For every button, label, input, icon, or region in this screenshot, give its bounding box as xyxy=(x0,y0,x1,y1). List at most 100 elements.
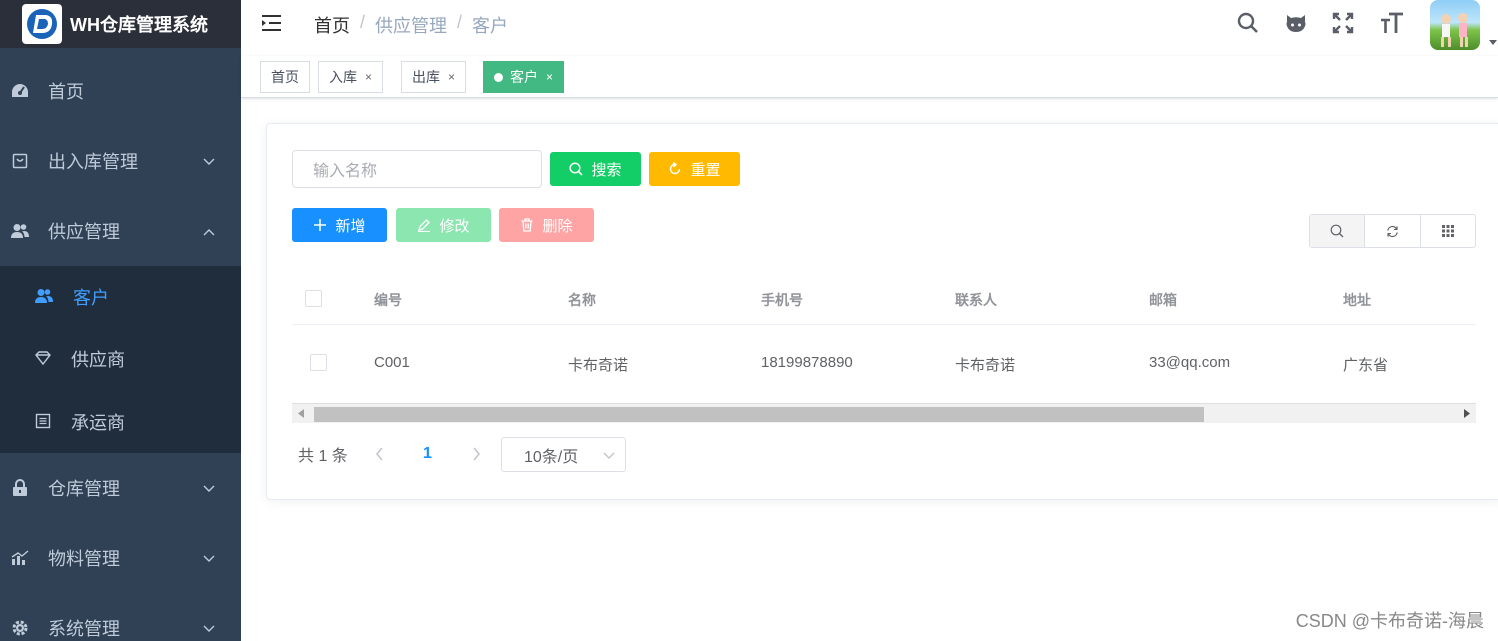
fullscreen-icon[interactable] xyxy=(1332,12,1354,37)
table-toolbar xyxy=(1309,214,1476,248)
peoples-icon xyxy=(10,221,30,241)
close-icon[interactable]: × xyxy=(448,70,455,84)
search-icon xyxy=(1330,224,1344,238)
search-icon[interactable] xyxy=(1237,12,1259,37)
sidebar-item-customer[interactable]: 客户 xyxy=(0,266,241,328)
list-icon xyxy=(35,413,51,432)
columns-button[interactable] xyxy=(1421,215,1475,247)
chevron-down-icon xyxy=(603,452,615,459)
github-icon[interactable] xyxy=(1284,12,1308,37)
refresh-button[interactable] xyxy=(1365,215,1421,247)
gear-icon xyxy=(10,618,30,638)
row-checkbox[interactable] xyxy=(310,354,327,371)
sidebar-item-label: 出入库管理 xyxy=(48,152,138,172)
reset-button-label: 重置 xyxy=(690,161,721,179)
column-header[interactable]: 手机号 xyxy=(761,290,803,310)
table-cell: 卡布奇诺 xyxy=(568,357,629,374)
chevron-down-icon xyxy=(203,480,215,496)
select-all-checkbox[interactable] xyxy=(305,290,322,307)
table-cell: 18199878890 xyxy=(761,354,853,371)
table-cell: C001 xyxy=(374,354,410,371)
sidebar-item-label: 供应管理 xyxy=(48,222,120,242)
sidebar-item-home[interactable]: 首页 xyxy=(0,56,241,126)
tag-home[interactable]: 首页 xyxy=(260,61,310,93)
sidebar-item-inout[interactable]: 出入库管理 xyxy=(0,126,241,196)
edit-button-label: 修改 xyxy=(439,217,470,235)
sidebar: WH仓库管理系统 首页 出入库管理 供应管理 客户 供应商 承运商 仓库管理 物… xyxy=(0,0,241,641)
sidebar-item-carrier[interactable]: 承运商 xyxy=(0,391,241,453)
page-number[interactable]: 1 xyxy=(423,437,432,471)
sidebar-item-warehouse[interactable]: 仓库管理 xyxy=(0,453,241,523)
close-icon[interactable]: × xyxy=(546,70,553,84)
user-icon xyxy=(35,288,53,307)
scrollbar-thumb[interactable] xyxy=(314,407,1204,422)
next-page-icon[interactable] xyxy=(472,437,481,471)
search-input[interactable]: 输入名称 xyxy=(292,150,542,188)
scroll-right-icon xyxy=(1464,409,1470,418)
table-cell: 33@qq.com xyxy=(1149,354,1231,371)
inbox-icon xyxy=(10,151,30,171)
lock-icon xyxy=(10,478,30,498)
pagination-total: 共 1 条 xyxy=(298,448,348,465)
search-placeholder: 输入名称 xyxy=(313,163,378,180)
delete-button[interactable]: 删除 xyxy=(499,208,594,242)
breadcrumb: 首页 / 供应管理 / 客户 xyxy=(314,12,508,38)
logo-icon xyxy=(22,4,62,44)
logo[interactable]: WH仓库管理系统 xyxy=(0,0,241,48)
page-size-value: 10条/页 xyxy=(524,448,579,466)
chart-icon xyxy=(10,548,30,568)
add-button[interactable]: 新增 xyxy=(292,208,387,242)
column-header[interactable]: 地址 xyxy=(1343,290,1371,310)
sidebar-item-label: 系统管理 xyxy=(48,619,120,639)
table-cell: 广东省 xyxy=(1343,357,1389,374)
chevron-down-icon xyxy=(203,153,215,169)
search-button[interactable]: 搜索 xyxy=(550,152,641,186)
sidebar-item-supply[interactable]: 供应管理 xyxy=(0,196,241,266)
chevron-down-icon xyxy=(203,620,215,636)
prev-page-icon[interactable] xyxy=(375,437,384,471)
tag-customer[interactable]: 客户 × xyxy=(483,61,565,93)
sidebar-item-supplier[interactable]: 供应商 xyxy=(0,328,241,390)
reset-button[interactable]: 重置 xyxy=(649,152,740,186)
font-size-icon[interactable] xyxy=(1380,12,1404,37)
add-button-label: 新增 xyxy=(335,217,366,235)
column-header[interactable]: 名称 xyxy=(568,290,596,310)
column-header[interactable]: 联系人 xyxy=(955,290,997,310)
tag-outbound[interactable]: 出库 × xyxy=(401,61,467,93)
scroll-left-icon xyxy=(298,409,304,418)
active-dot-icon xyxy=(494,72,503,82)
sidebar-item-label: 客户 xyxy=(73,288,109,308)
tag-label: 出库 xyxy=(412,69,440,85)
sidebar-item-label: 供应商 xyxy=(71,350,125,370)
breadcrumb-item[interactable]: 供应管理 xyxy=(375,12,447,38)
sidebar-item-system[interactable]: 系统管理 xyxy=(0,593,241,641)
trash-icon xyxy=(521,218,533,232)
table-cell: 卡布奇诺 xyxy=(955,357,1016,374)
sidebar-item-label: 承运商 xyxy=(71,413,125,433)
breadcrumb-separator: / xyxy=(360,12,366,32)
column-header[interactable]: 编号 xyxy=(374,290,402,310)
edit-button[interactable]: 修改 xyxy=(396,208,491,242)
toggle-search-button[interactable] xyxy=(1310,215,1366,247)
page-size-select[interactable]: 10条/页 xyxy=(501,437,626,472)
chevron-down-icon xyxy=(203,550,215,566)
sidebar-item-label: 物料管理 xyxy=(48,549,120,569)
tags-view: 首页 入库 × 出库 × 客户 × xyxy=(241,56,1498,98)
delete-button-label: 删除 xyxy=(542,217,573,235)
sidebar-item-material[interactable]: 物料管理 xyxy=(0,523,241,593)
caret-down-icon[interactable] xyxy=(1489,33,1497,49)
breadcrumb-separator: / xyxy=(457,12,463,32)
tag-inbound[interactable]: 入库 × xyxy=(318,61,384,93)
breadcrumb-item[interactable]: 首页 xyxy=(314,12,350,38)
grid-icon xyxy=(1441,225,1454,237)
column-header[interactable]: 邮箱 xyxy=(1149,290,1177,310)
avatar[interactable] xyxy=(1430,0,1480,50)
hamburger-icon[interactable] xyxy=(261,12,283,37)
header-divider xyxy=(292,324,1476,325)
horizontal-scrollbar[interactable] xyxy=(292,403,1476,423)
plus-icon xyxy=(314,219,327,231)
watermark: CSDN @卡布奇诺-海晨 xyxy=(1295,611,1484,631)
tag-label: 首页 xyxy=(271,69,299,85)
close-icon[interactable]: × xyxy=(365,70,372,84)
diamond-icon xyxy=(35,350,51,368)
